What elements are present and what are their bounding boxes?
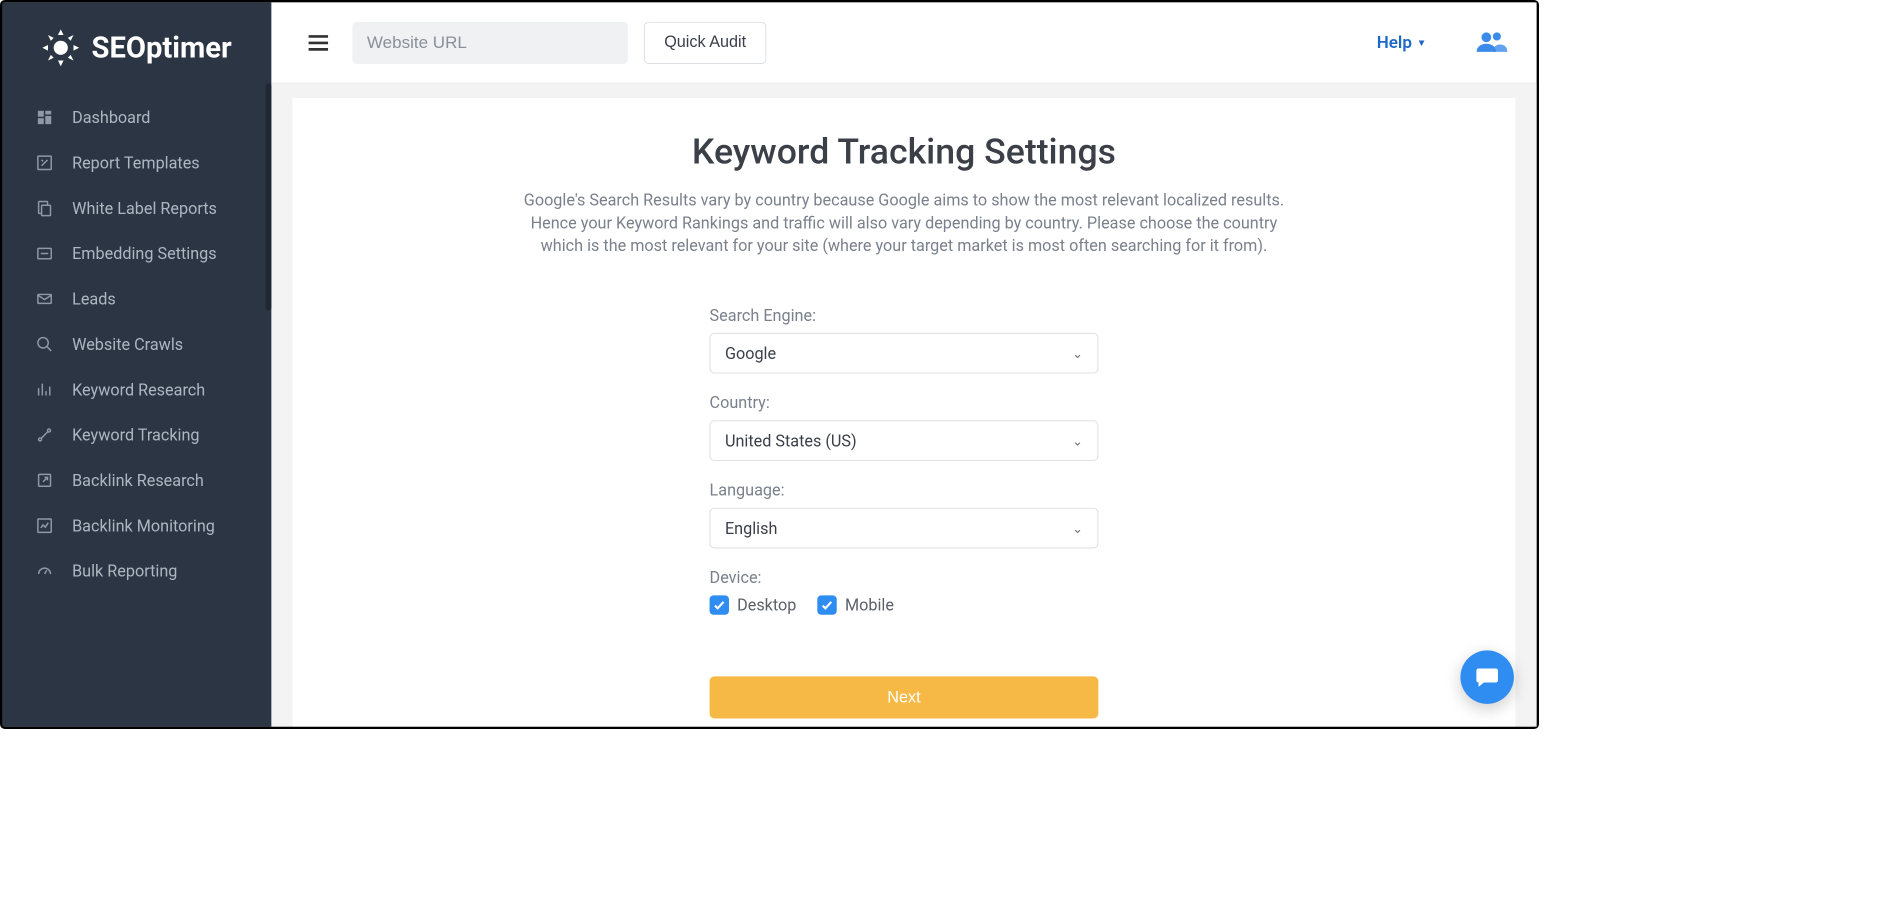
website-url-input[interactable] (352, 21, 627, 63)
edit-icon (35, 153, 54, 172)
content-area: Keyword Tracking Settings Google's Searc… (271, 83, 1536, 726)
sidebar-item-white-label-reports[interactable]: White Label Reports (2, 185, 271, 230)
referrals-icon[interactable] (1475, 29, 1507, 57)
search-engine-select[interactable]: Google ⌄ (710, 333, 1099, 374)
topbar: Quick Audit Help ▼ (271, 2, 1536, 83)
sidebar-item-backlink-research[interactable]: Backlink Research (2, 458, 271, 503)
gauge-icon (35, 561, 54, 580)
sidebar: SEOptimer Dashboard Report Templates Whi… (2, 2, 271, 726)
settings-form: Search Engine: Google ⌄ Country: United … (710, 305, 1099, 718)
sidebar-item-label: Backlink Monitoring (72, 516, 215, 535)
sidebar-item-website-crawls[interactable]: Website Crawls (2, 322, 271, 367)
quick-audit-button[interactable]: Quick Audit (644, 21, 766, 63)
chat-launcher[interactable] (1460, 650, 1513, 703)
page-description: Google's Search Results vary by country … (515, 189, 1293, 257)
search-icon (35, 335, 54, 354)
country-label: Country: (710, 393, 1099, 412)
sidebar-item-label: Keyword Research (72, 380, 205, 399)
search-engine-value: Google (725, 343, 776, 362)
sidebar-item-embedding-settings[interactable]: Embedding Settings (2, 231, 271, 276)
sidebar-item-label: Website Crawls (72, 335, 183, 354)
sidebar-item-bulk-reporting[interactable]: Bulk Reporting (2, 548, 271, 593)
caret-down-icon: ▼ (1417, 37, 1427, 48)
sidebar-scrollbar[interactable] (266, 83, 272, 310)
chevron-down-icon: ⌄ (1072, 433, 1083, 448)
sidebar-nav: Dashboard Report Templates White Label R… (2, 95, 271, 594)
sidebar-item-keyword-tracking[interactable]: Keyword Tracking (2, 412, 271, 457)
bar-chart-icon (35, 380, 54, 399)
main: Quick Audit Help ▼ Keyword Tracking Sett… (271, 2, 1536, 726)
settings-card: Keyword Tracking Settings Google's Searc… (292, 98, 1515, 727)
country-value: United States (US) (725, 431, 857, 450)
external-link-icon (35, 471, 54, 490)
dashboard-icon (35, 108, 54, 127)
sidebar-item-label: Backlink Research (72, 471, 204, 490)
sidebar-item-label: Leads (72, 289, 116, 308)
device-label: Device: (710, 568, 1099, 587)
sidebar-item-label: Report Templates (72, 153, 200, 172)
page-title: Keyword Tracking Settings (341, 130, 1467, 172)
sidebar-item-keyword-research[interactable]: Keyword Research (2, 367, 271, 412)
sidebar-item-label: Bulk Reporting (72, 561, 177, 580)
sidebar-item-label: White Label Reports (72, 198, 217, 217)
brand-logo[interactable]: SEOptimer (2, 2, 271, 94)
sidebar-item-label: Keyword Tracking (72, 425, 199, 444)
search-engine-label: Search Engine: (710, 305, 1099, 324)
language-select[interactable]: English ⌄ (710, 508, 1099, 549)
country-select[interactable]: United States (US) ⌄ (710, 420, 1099, 461)
copy-icon (35, 198, 54, 217)
help-dropdown[interactable]: Help ▼ (1377, 33, 1427, 52)
language-value: English (725, 518, 777, 537)
device-mobile-checkbox[interactable] (817, 595, 836, 614)
sidebar-item-dashboard[interactable]: Dashboard (2, 95, 271, 140)
menu-toggle-button[interactable] (301, 25, 337, 61)
sidebar-item-label: Embedding Settings (72, 244, 217, 263)
device-mobile-label: Mobile (845, 595, 894, 614)
embed-icon (35, 244, 54, 263)
sidebar-item-label: Dashboard (72, 108, 150, 127)
trend-icon (35, 425, 54, 444)
device-desktop-label: Desktop (737, 595, 796, 614)
sidebar-item-backlink-monitoring[interactable]: Backlink Monitoring (2, 503, 271, 548)
sidebar-item-leads[interactable]: Leads (2, 276, 271, 321)
line-chart-icon (35, 516, 54, 535)
chevron-down-icon: ⌄ (1072, 520, 1083, 535)
envelope-icon (35, 289, 54, 308)
brand-name: SEOptimer (92, 31, 232, 65)
chevron-down-icon: ⌄ (1072, 345, 1083, 360)
device-desktop-checkbox[interactable] (710, 595, 729, 614)
next-button[interactable]: Next (710, 676, 1099, 718)
language-label: Language: (710, 480, 1099, 499)
help-label: Help (1377, 33, 1412, 52)
sidebar-item-report-templates[interactable]: Report Templates (2, 140, 271, 185)
gear-arrows-icon (38, 25, 83, 70)
